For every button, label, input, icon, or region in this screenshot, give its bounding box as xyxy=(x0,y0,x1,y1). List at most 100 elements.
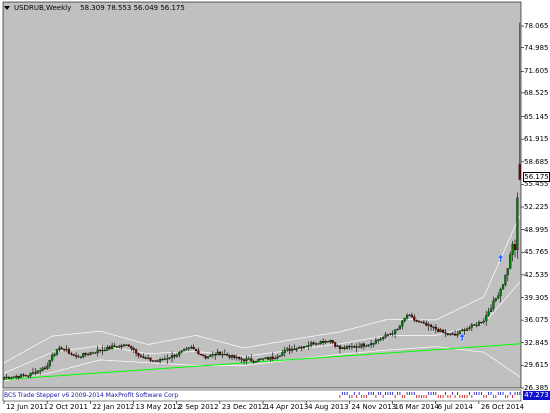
candle-body[interactable] xyxy=(317,343,320,345)
candle-body[interactable] xyxy=(458,330,461,335)
candle-body[interactable] xyxy=(504,274,507,285)
candle-body[interactable] xyxy=(51,355,54,361)
candle-body[interactable] xyxy=(209,354,212,357)
candle-body[interactable] xyxy=(295,348,298,351)
candle-body[interactable] xyxy=(99,349,102,351)
candle-body[interactable] xyxy=(437,329,440,332)
candle-body[interactable] xyxy=(494,298,497,301)
candle-body[interactable] xyxy=(158,359,162,362)
candle-body[interactable] xyxy=(94,352,97,354)
candle-body[interactable] xyxy=(391,333,394,335)
candle-body[interactable] xyxy=(374,340,378,344)
candle-body[interactable] xyxy=(168,357,171,359)
candle-body[interactable] xyxy=(290,348,294,351)
candle-body[interactable] xyxy=(108,346,111,349)
candle-body[interactable] xyxy=(7,376,11,379)
candle-body[interactable] xyxy=(271,356,274,360)
candle-body[interactable] xyxy=(91,352,95,354)
candle-body[interactable] xyxy=(403,317,406,322)
candle-body[interactable] xyxy=(276,356,279,359)
candle-body[interactable] xyxy=(204,355,207,359)
candle-body[interactable] xyxy=(497,295,500,299)
candle-body[interactable] xyxy=(15,376,18,378)
candle-body[interactable] xyxy=(41,367,44,371)
candle-body[interactable] xyxy=(192,346,195,350)
candle-body[interactable] xyxy=(444,332,447,334)
candle-body[interactable] xyxy=(468,327,471,329)
candle-body[interactable] xyxy=(453,333,457,336)
candle-body[interactable] xyxy=(163,358,166,360)
candle-body[interactable] xyxy=(370,343,373,346)
candle-body[interactable] xyxy=(55,349,59,355)
candle-body[interactable] xyxy=(173,355,176,357)
candle-body[interactable] xyxy=(187,347,190,349)
candle-body[interactable] xyxy=(154,360,157,362)
candle-body[interactable] xyxy=(482,320,485,323)
candle-body[interactable] xyxy=(355,346,358,348)
candle-body[interactable] xyxy=(341,347,344,349)
candle-body[interactable] xyxy=(226,354,229,356)
candle-body[interactable] xyxy=(65,349,68,351)
candle-body[interactable] xyxy=(34,372,37,374)
candle-body[interactable] xyxy=(377,339,380,341)
candle-body[interactable] xyxy=(446,333,449,335)
candle-body[interactable] xyxy=(348,345,351,348)
candle-body[interactable] xyxy=(432,326,435,328)
candle-body[interactable] xyxy=(146,357,150,359)
candle-body[interactable] xyxy=(343,347,346,349)
candle-body[interactable] xyxy=(298,347,301,349)
candle-body[interactable] xyxy=(499,289,502,296)
candle-body[interactable] xyxy=(266,357,270,360)
candle-body[interactable] xyxy=(310,342,313,346)
candle-body[interactable] xyxy=(259,358,262,360)
candle-body[interactable] xyxy=(396,329,399,331)
candle-body[interactable] xyxy=(413,316,416,321)
candle-body[interactable] xyxy=(197,350,200,355)
candle-body[interactable] xyxy=(132,348,135,350)
candle-body[interactable] xyxy=(63,349,66,351)
candle-body[interactable] xyxy=(139,355,143,357)
candle-body[interactable] xyxy=(305,345,308,348)
candle-body[interactable] xyxy=(5,376,8,378)
candle-body[interactable] xyxy=(156,360,159,362)
candle-body[interactable] xyxy=(509,254,512,269)
candle-body[interactable] xyxy=(461,329,464,332)
candle-body[interactable] xyxy=(240,358,243,360)
candle-body[interactable] xyxy=(398,325,402,330)
candle-body[interactable] xyxy=(401,320,404,327)
candle-body[interactable] xyxy=(422,322,425,324)
candle-body[interactable] xyxy=(513,244,517,251)
candle-body[interactable] xyxy=(180,350,183,353)
candle-body[interactable] xyxy=(250,358,253,362)
candle-body[interactable] xyxy=(281,352,284,356)
candle-body[interactable] xyxy=(434,326,437,330)
candle-body[interactable] xyxy=(77,356,80,358)
candle-body[interactable] xyxy=(43,367,47,369)
candle-body[interactable] xyxy=(367,344,370,346)
candle-body[interactable] xyxy=(463,329,466,331)
candle-body[interactable] xyxy=(252,361,255,363)
candle-body[interactable] xyxy=(300,347,303,349)
candle-body[interactable] xyxy=(82,353,85,357)
candle-body[interactable] xyxy=(429,324,433,327)
candle-body[interactable] xyxy=(362,343,366,347)
candle-body[interactable] xyxy=(331,340,334,343)
candle-body[interactable] xyxy=(322,341,325,343)
candle-body[interactable] xyxy=(307,345,310,347)
candle-body[interactable] xyxy=(358,346,361,348)
candle-body[interactable] xyxy=(19,374,23,378)
candle-body[interactable] xyxy=(415,319,418,322)
candle-body[interactable] xyxy=(70,353,73,355)
candle-body[interactable] xyxy=(39,370,42,372)
candle-body[interactable] xyxy=(24,375,27,377)
candle-body[interactable] xyxy=(53,354,56,356)
candle-body[interactable] xyxy=(286,348,289,351)
candle-body[interactable] xyxy=(149,357,152,361)
candle-body[interactable] xyxy=(312,342,315,345)
candle-body[interactable] xyxy=(439,329,442,332)
candle-body[interactable] xyxy=(122,344,126,347)
candle-body[interactable] xyxy=(314,343,318,345)
candle-body[interactable] xyxy=(194,348,198,351)
candle-body[interactable] xyxy=(161,359,164,361)
candle-body[interactable] xyxy=(475,324,478,326)
